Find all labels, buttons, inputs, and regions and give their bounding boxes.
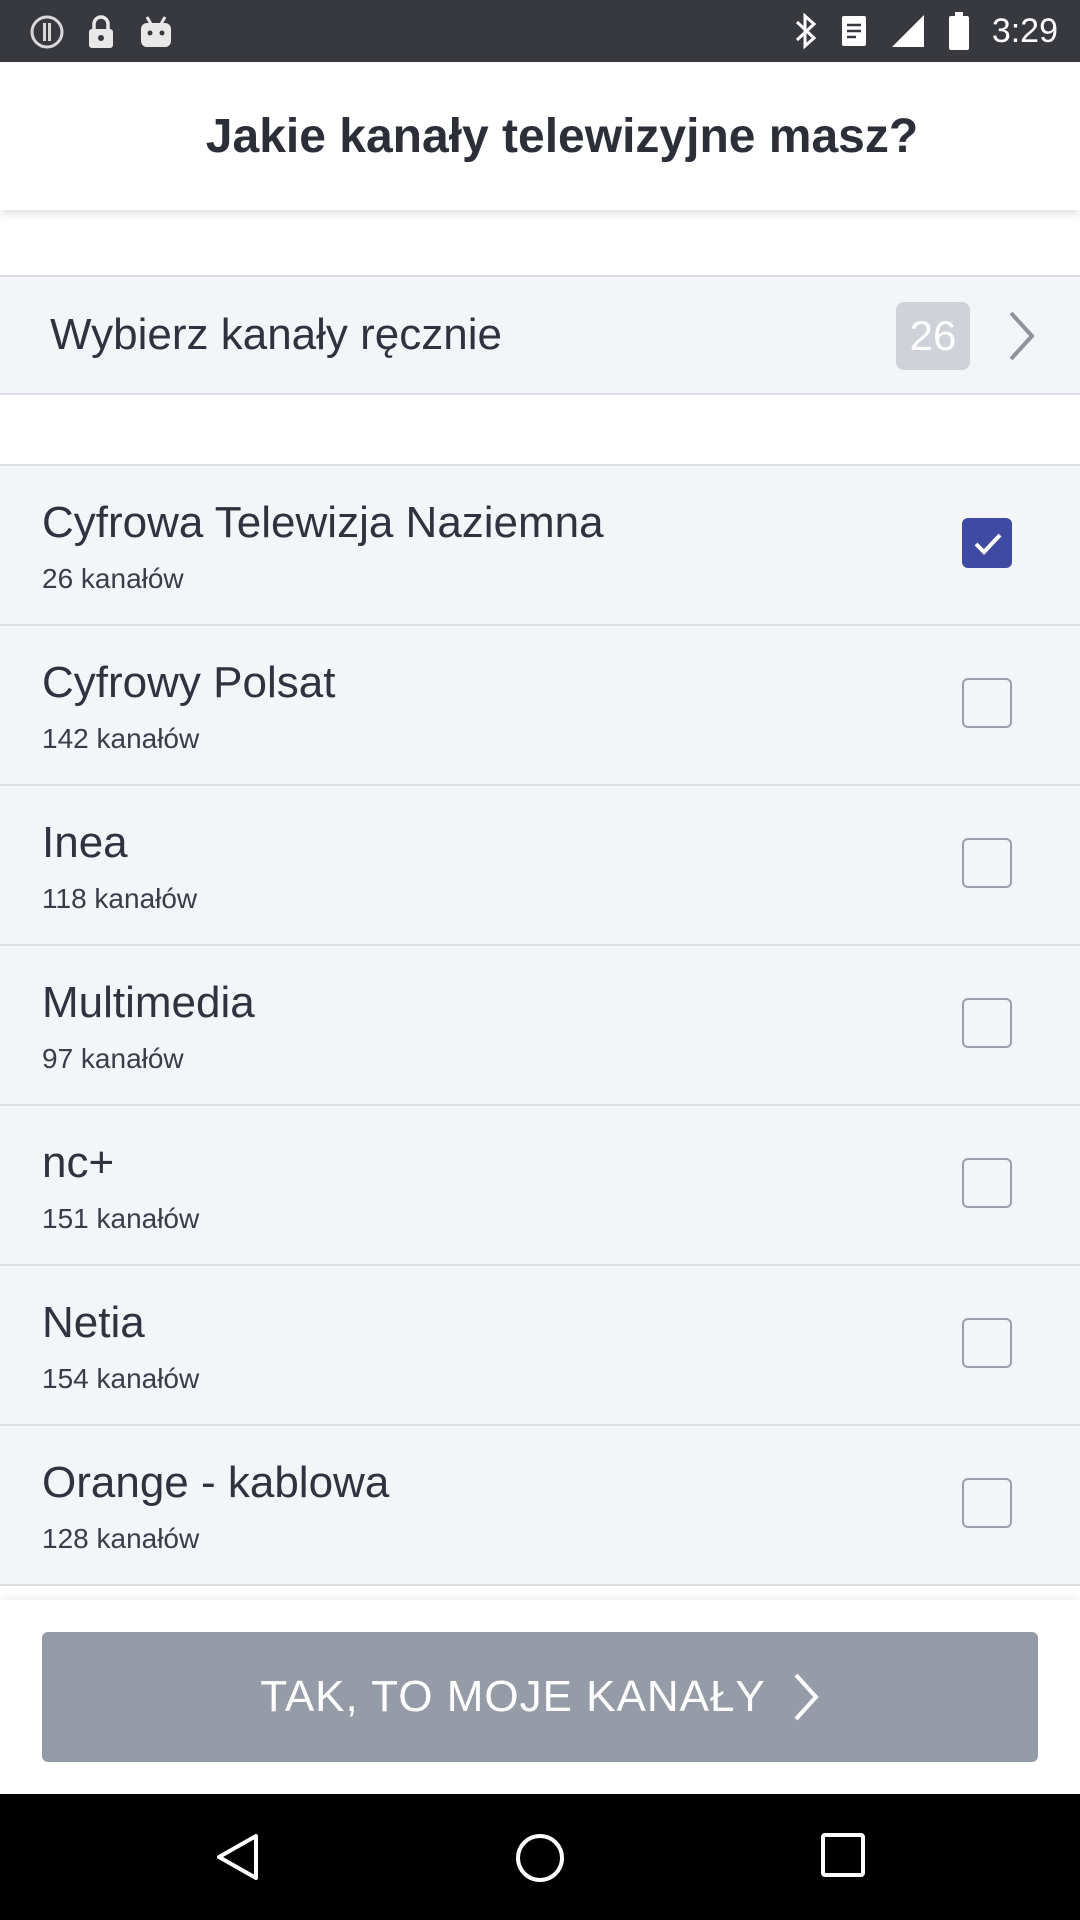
selected-count-badge: 26 bbox=[896, 302, 970, 370]
provider-channel-count: 151 kanałów bbox=[42, 1203, 200, 1234]
chevron-right-icon bbox=[1009, 311, 1035, 361]
provider-checkbox[interactable] bbox=[962, 518, 1012, 568]
clipboard-icon bbox=[841, 16, 866, 46]
home-icon[interactable] bbox=[514, 1832, 566, 1884]
manual-select-row[interactable]: Wybierz kanały ręcznie 26 bbox=[0, 275, 1080, 395]
provider-channel-count: 154 kanałów bbox=[42, 1363, 200, 1394]
lock-icon bbox=[89, 15, 113, 48]
provider-checkbox[interactable] bbox=[962, 1318, 1012, 1368]
list-item[interactable]: Multimedia 97 kanałów bbox=[0, 946, 1080, 1106]
status-bar: 3:29 bbox=[0, 0, 1080, 62]
provider-checkbox[interactable] bbox=[962, 998, 1012, 1048]
provider-name: Inea bbox=[42, 818, 128, 867]
chevron-right-icon bbox=[794, 1673, 819, 1721]
provider-checkbox[interactable] bbox=[962, 1478, 1012, 1528]
back-icon[interactable] bbox=[214, 1832, 260, 1882]
navigation-bar bbox=[0, 1794, 1080, 1920]
confirm-button-label: TAK, TO MOJE KANAŁY bbox=[260, 1672, 766, 1721]
provider-name: nc+ bbox=[42, 1138, 115, 1187]
confirm-channels-button[interactable]: TAK, TO MOJE KANAŁY bbox=[42, 1632, 1038, 1762]
signal-icon bbox=[891, 15, 924, 47]
provider-name: Netia bbox=[42, 1298, 145, 1347]
list-item[interactable]: Inea 118 kanałów bbox=[0, 786, 1080, 946]
alert-circle-icon bbox=[30, 15, 64, 49]
provider-name: Cyfrowy Polsat bbox=[42, 658, 336, 707]
android-icon bbox=[141, 16, 171, 47]
list-item[interactable]: Cyfrowy Polsat 142 kanałów bbox=[0, 626, 1080, 786]
provider-name: Multimedia bbox=[42, 978, 255, 1027]
provider-channel-count: 26 kanałów bbox=[42, 563, 184, 594]
footer: TAK, TO MOJE KANAŁY bbox=[0, 1600, 1080, 1794]
recents-icon[interactable] bbox=[820, 1832, 866, 1878]
provider-name: Orange - kablowa bbox=[42, 1458, 390, 1507]
header: Jakie kanały telewizyjne masz? bbox=[0, 62, 1080, 210]
bluetooth-icon bbox=[795, 12, 817, 50]
battery-icon bbox=[948, 12, 969, 50]
list-item[interactable]: nc+ 151 kanałów bbox=[0, 1106, 1080, 1266]
status-time: 3:29 bbox=[991, 11, 1058, 50]
provider-channel-count: 128 kanałów bbox=[42, 1523, 200, 1554]
checkmark-icon bbox=[974, 533, 1002, 555]
provider-checkbox[interactable] bbox=[962, 678, 1012, 728]
provider-checkbox[interactable] bbox=[962, 838, 1012, 888]
manual-select-label: Wybierz kanały ręcznie bbox=[50, 310, 502, 359]
provider-channel-count: 142 kanałów bbox=[42, 723, 200, 754]
provider-channel-count: 97 kanałów bbox=[42, 1043, 184, 1074]
list-item[interactable]: Cyfrowa Telewizja Naziemna 26 kanałów bbox=[0, 466, 1080, 626]
page-title: Jakie kanały telewizyjne masz? bbox=[205, 109, 919, 163]
content: Wybierz kanały ręcznie 26 Cyfrowa Telewi… bbox=[0, 210, 1080, 1600]
provider-channel-count: 118 kanałów bbox=[42, 883, 198, 914]
provider-name: Cyfrowa Telewizja Naziemna bbox=[42, 498, 604, 547]
provider-checkbox[interactable] bbox=[962, 1158, 1012, 1208]
list-item[interactable]: Orange - kablowa 128 kanałów bbox=[0, 1426, 1080, 1586]
provider-list: Cyfrowa Telewizja Naziemna 26 kanałów Cy… bbox=[0, 464, 1080, 1586]
list-item[interactable]: Netia 154 kanałów bbox=[0, 1266, 1080, 1426]
